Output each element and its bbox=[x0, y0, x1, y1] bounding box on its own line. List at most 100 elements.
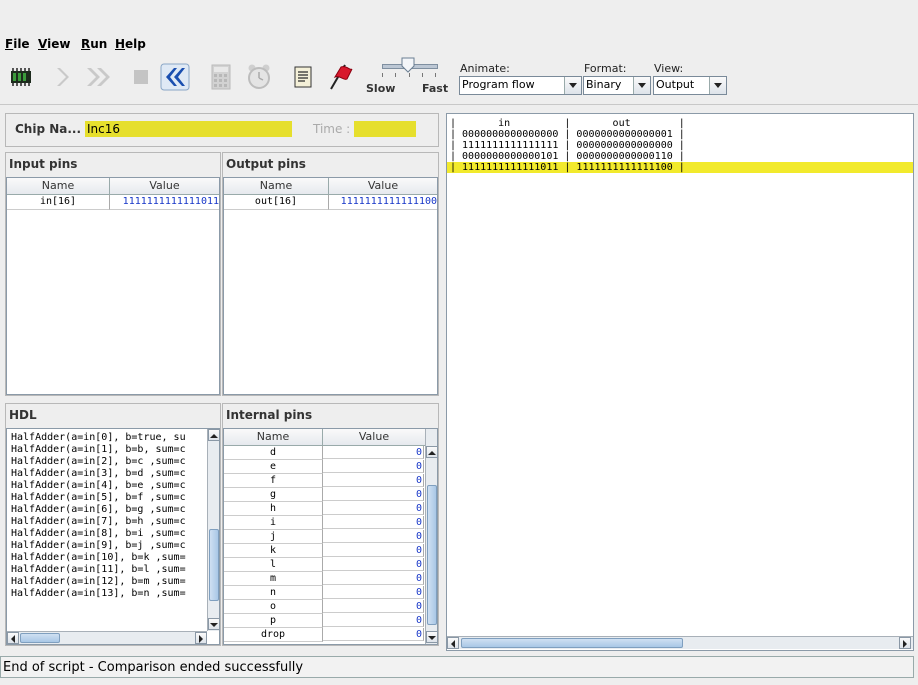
chevron-down-icon[interactable] bbox=[709, 77, 726, 94]
scroll-up-icon[interactable] bbox=[426, 446, 437, 458]
hdl-line: HalfAdder(a=in[12], b=m ,sum= bbox=[11, 576, 186, 587]
internal-pin-name: o bbox=[224, 600, 323, 614]
script-icon bbox=[294, 66, 312, 88]
menu-help[interactable]: Help bbox=[115, 37, 146, 51]
output-pins-header-value[interactable]: Value bbox=[329, 178, 437, 195]
calculator-icon bbox=[211, 64, 231, 90]
speed-slow-label: Slow bbox=[366, 82, 396, 95]
menu-help-accel: H bbox=[115, 37, 126, 51]
output-pins-header-name[interactable]: Name bbox=[224, 178, 329, 195]
speed-slider-ticks bbox=[382, 73, 436, 77]
menu-file-accel: F bbox=[5, 37, 14, 51]
speed-slider-thumb-icon[interactable] bbox=[401, 57, 415, 73]
rewind-icon bbox=[160, 63, 190, 91]
hdl-line: HalfAdder(a=in[1], b=b, sum=c bbox=[11, 444, 186, 455]
hdl-vertical-scroll-thumb[interactable] bbox=[209, 529, 219, 601]
menu-help-rest: elp bbox=[125, 37, 146, 51]
input-pins-table[interactable]: Name Value in[16] 1111111111111011 bbox=[6, 177, 220, 395]
animate-select[interactable]: Program flow bbox=[459, 76, 582, 95]
scroll-down-icon[interactable] bbox=[208, 618, 219, 630]
scroll-left-icon[interactable] bbox=[7, 632, 19, 644]
chevron-down-icon[interactable] bbox=[564, 77, 581, 94]
view-label: View: bbox=[654, 62, 684, 75]
script-button[interactable] bbox=[288, 62, 318, 92]
input-pins-panel: Input pins Name Value in[16] 11111111111… bbox=[5, 152, 221, 396]
hdl-horizontal-scroll-thumb[interactable] bbox=[20, 633, 60, 643]
hdl-lines: HalfAdder(a=in[0], b=true, su HalfAdder(a… bbox=[7, 432, 207, 628]
menu-file[interactable]: File bbox=[5, 37, 30, 51]
format-select[interactable]: Binary bbox=[583, 76, 651, 95]
menu-run-accel: R bbox=[81, 37, 91, 51]
menubar: File View Run Help bbox=[0, 34, 918, 54]
internal-pin-value: 0 bbox=[323, 558, 424, 571]
input-pins-title: Input pins bbox=[9, 157, 78, 171]
output-pins-panel: Output pins Name Value out[16] 111111111… bbox=[222, 152, 439, 396]
speed-slider[interactable]: Slow Fast bbox=[366, 54, 452, 102]
output-horizontal-scroll-thumb[interactable] bbox=[461, 638, 683, 648]
status-bar: End of script - Comparison ended success… bbox=[0, 656, 914, 678]
internal-pins-scroll-thumb[interactable] bbox=[427, 485, 437, 625]
stop-button[interactable] bbox=[126, 62, 156, 92]
internal-pin-name: i bbox=[224, 516, 323, 530]
output-horizontal-scrollbar[interactable] bbox=[447, 636, 913, 649]
internal-pin-value: 0 bbox=[323, 544, 424, 557]
output-pin-name: out[16] bbox=[224, 195, 329, 210]
menu-view[interactable]: View bbox=[38, 37, 70, 51]
step-arrow-icon bbox=[57, 68, 69, 86]
internal-pin-value: 0 bbox=[323, 586, 424, 599]
internal-pin-value: 0 bbox=[323, 572, 424, 585]
stop-icon bbox=[134, 70, 148, 84]
view-select-value: Output bbox=[656, 78, 695, 91]
output-pins-table[interactable]: Name Value out[16] 1111111111111100 bbox=[223, 177, 438, 395]
speed-fast-label: Fast bbox=[422, 82, 449, 95]
internal-pin-name: d bbox=[224, 446, 323, 460]
view-select[interactable]: Output bbox=[653, 76, 727, 95]
internal-pins-vertical-scrollbar[interactable] bbox=[425, 429, 437, 644]
chevron-down-icon[interactable] bbox=[633, 77, 650, 94]
input-pins-header-name[interactable]: Name bbox=[7, 178, 110, 195]
input-pin-value[interactable]: 1111111111111011 bbox=[110, 195, 219, 210]
internal-pin-name: g bbox=[224, 488, 323, 502]
hdl-text-area[interactable]: HalfAdder(a=in[0], b=true, su HalfAdder(a… bbox=[6, 428, 220, 645]
scroll-right-icon[interactable] bbox=[899, 637, 911, 649]
load-chip-button[interactable] bbox=[6, 62, 36, 92]
scroll-right-icon[interactable] bbox=[195, 632, 207, 644]
scroll-left-icon[interactable] bbox=[447, 637, 459, 649]
internal-pin-name: h bbox=[224, 502, 323, 516]
output-file-panel[interactable]: | in | out | | 0000000000000000 | 0000000… bbox=[446, 113, 914, 651]
internal-pins-title: Internal pins bbox=[226, 408, 313, 422]
internal-pin-value: 0 bbox=[323, 614, 424, 627]
hdl-line: HalfAdder(a=in[0], b=true, su bbox=[11, 432, 186, 443]
breakpoint-button[interactable] bbox=[324, 62, 354, 92]
hdl-line: HalfAdder(a=in[5], b=f ,sum=c bbox=[11, 492, 186, 503]
time-field bbox=[354, 121, 416, 137]
alarm-clock-icon bbox=[248, 64, 270, 89]
hdl-horizontal-scrollbar[interactable] bbox=[7, 631, 207, 644]
internal-pins-header-value[interactable]: Value bbox=[323, 429, 426, 446]
hdl-line: HalfAdder(a=in[7], b=h ,sum=c bbox=[11, 516, 186, 527]
output-line: | 0000000000000101 | 0000000000000110 | bbox=[450, 151, 685, 162]
clock-button[interactable] bbox=[244, 62, 274, 92]
format-select-value: Binary bbox=[586, 78, 622, 91]
output-line: | 1111111111111111 | 0000000000000000 | bbox=[450, 140, 685, 151]
internal-pins-table[interactable]: Name Value d 0 e 0 f 0 g 0 h 0 i 0 j 0 k 0 l 0 m 0 n 0 o 0 p 0 dro… bbox=[223, 428, 438, 645]
scroll-up-icon[interactable] bbox=[208, 429, 219, 441]
animate-select-value: Program flow bbox=[462, 78, 535, 91]
calculator-button[interactable] bbox=[206, 62, 236, 92]
hdl-vertical-scrollbar[interactable] bbox=[207, 429, 219, 631]
internal-pin-value: 0 bbox=[323, 502, 424, 515]
internal-pins-header-name[interactable]: Name bbox=[224, 429, 323, 446]
single-step-button[interactable] bbox=[48, 62, 78, 92]
menu-run[interactable]: Run bbox=[81, 37, 107, 51]
chip-name-label: Chip Na... bbox=[15, 122, 82, 136]
input-pins-header-value[interactable]: Value bbox=[110, 178, 219, 195]
internal-pin-name: m bbox=[224, 572, 323, 586]
rewind-button[interactable] bbox=[160, 62, 190, 92]
output-line: | 1111111111111011 | 1111111111111100 | bbox=[447, 162, 913, 173]
scroll-down-icon[interactable] bbox=[426, 631, 437, 643]
internal-pin-value: 0 bbox=[323, 516, 424, 529]
internal-pin-name: drop bbox=[224, 628, 323, 642]
hdl-line: HalfAdder(a=in[2], b=c ,sum=c bbox=[11, 456, 186, 467]
menu-run-rest: un bbox=[90, 37, 108, 51]
fast-forward-button[interactable] bbox=[84, 62, 114, 92]
